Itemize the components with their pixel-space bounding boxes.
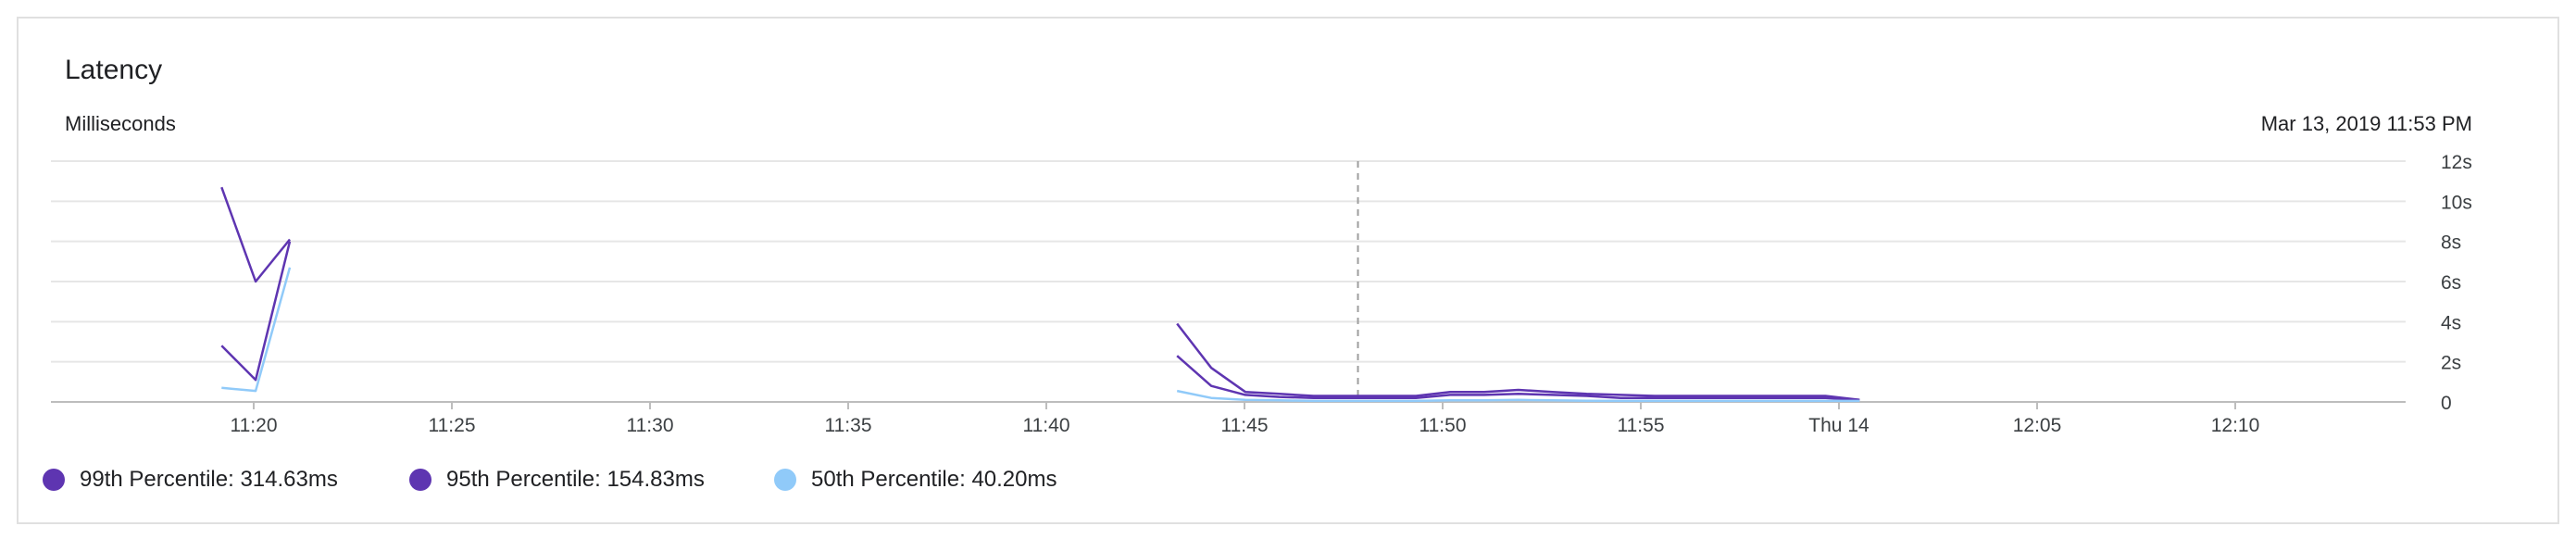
x-tick-label: 11:50 (1419, 415, 1467, 436)
series-line-p95 (220, 241, 292, 382)
y-tick-label: 8s (2441, 232, 2461, 254)
y-tick-label: 6s (2441, 272, 2461, 294)
y-tick-label: 12s (2441, 152, 2472, 173)
x-tick-label: 11:30 (627, 415, 674, 436)
legend-swatch-99th (43, 469, 65, 491)
legend-label-50th: 50th Percentile: 40.20ms (811, 467, 1057, 492)
y-tick-label: 2s (2441, 353, 2461, 374)
legend-label-95th: 95th Percentile: 154.83ms (446, 467, 705, 492)
x-tick-label: 11:40 (1023, 415, 1070, 436)
legend-swatch-95th (409, 469, 431, 491)
latency-chart[interactable]: 0 2s 4s 6s 8s 10s 12s 11:20 11:25 11:30 11:35 11:40… (0, 0, 2576, 539)
x-tick-label: 11:55 (1618, 415, 1665, 436)
x-tick-label: 11:25 (429, 415, 476, 436)
x-tick-label: 12:10 (2211, 415, 2260, 436)
x-tick-label: 11:35 (825, 415, 872, 436)
y-tick-label: 10s (2441, 192, 2472, 213)
x-tick-label: Thu 14 (1808, 415, 1869, 436)
legend-label-99th: 99th Percentile: 314.63ms (80, 467, 338, 492)
y-tick-label: 0 (2441, 393, 2452, 414)
x-tick-label: 12:05 (2013, 415, 2062, 436)
y-tick-label: 4s (2441, 312, 2461, 333)
x-tick-label: 11:45 (1221, 415, 1269, 436)
x-tick-label: 11:20 (231, 415, 278, 436)
legend-swatch-50th (774, 469, 796, 491)
